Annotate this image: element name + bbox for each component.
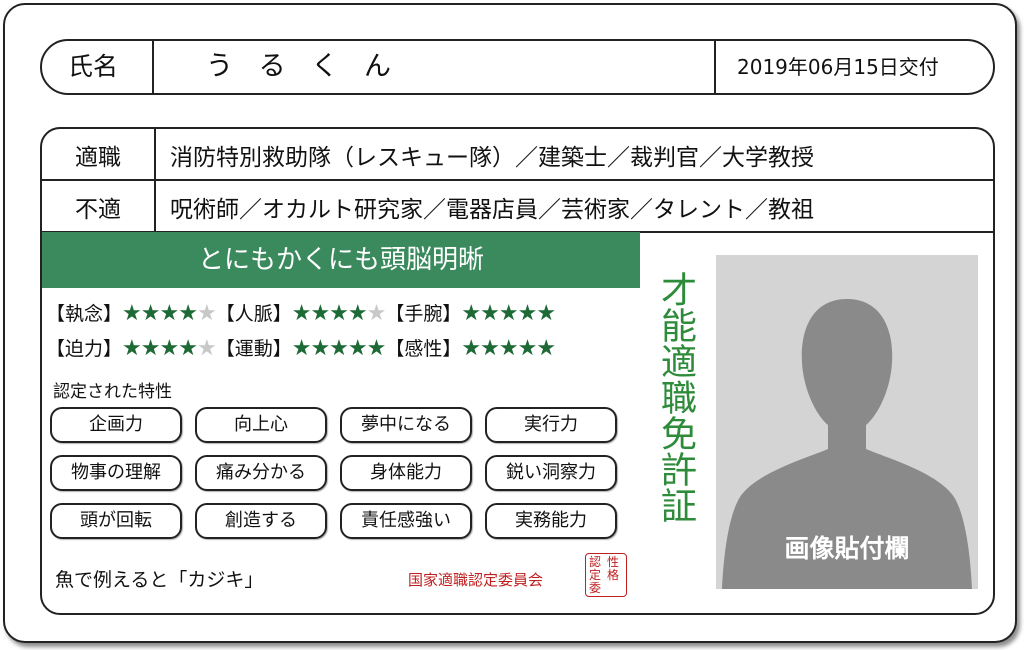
star-filled-icon: ★: [329, 336, 349, 361]
committee-name: 国家適職認定委員会: [408, 571, 544, 589]
star-filled-icon: ★: [536, 336, 556, 361]
stat-label: 【迫力】: [46, 338, 123, 360]
stat-label: 【手腕】: [385, 303, 462, 325]
issue-date: 2019年06月15日交付: [737, 55, 939, 79]
stat-rating: 【感性】★★★★★: [385, 334, 556, 361]
star-filled-icon: ★: [140, 301, 161, 326]
trait-badge: 実務能力: [485, 503, 617, 539]
fish-comparison: 魚で例えると「カジキ」: [55, 569, 264, 591]
divider: [42, 179, 993, 181]
stat-rating: 【執念】★★★★★: [46, 299, 217, 326]
name-row: 氏名 うるくん 2019年06月15日交付: [40, 39, 995, 95]
divider: [154, 129, 156, 233]
stat-label: 【運動】: [215, 338, 292, 360]
suitable-value: 消防特別救助隊（レスキュー隊）／建築士／裁判官／大学教授: [170, 145, 814, 171]
license-card: 氏名 うるくん 2019年06月15日交付 適職 消防特別救助隊（レスキュー隊）…: [3, 3, 1017, 643]
trait-badge: 責任感強い: [340, 503, 472, 539]
star-filled-icon: ★: [461, 336, 481, 361]
stat-label: 【人脈】: [215, 303, 292, 325]
divider: [152, 41, 154, 93]
name-label: 氏名: [68, 52, 119, 81]
divider: [714, 41, 716, 93]
star-filled-icon: ★: [517, 336, 538, 361]
trait-badge: 痛み分かる: [195, 455, 327, 491]
trait-badge: 創造する: [195, 503, 327, 539]
trait-badge: 頭が回転: [50, 503, 182, 539]
star-filled-icon: ★: [329, 301, 349, 326]
star-filled-icon: ★: [498, 336, 519, 361]
star-filled-icon: ★: [347, 336, 368, 361]
star-filled-icon: ★: [291, 336, 312, 361]
trait-badge: 企画力: [50, 407, 182, 443]
stat-rating: 【運動】★★★★★: [215, 334, 387, 361]
star-filled-icon: ★: [310, 301, 330, 326]
star-filled-icon: ★: [480, 336, 500, 361]
trait-badge: 身体能力: [340, 455, 472, 491]
trait-badge: 物事の理解: [50, 455, 182, 491]
stats-row-2: 【迫力】★★★★★【運動】★★★★★【感性】★★★★★: [46, 334, 556, 361]
suitable-label: 適職: [75, 145, 121, 171]
star-filled-icon: ★: [310, 336, 330, 361]
main-box: 適職 消防特別救助隊（レスキュー隊）／建築士／裁判官／大学教授 不適 呪術師／オ…: [40, 127, 995, 615]
star-filled-icon: ★: [291, 301, 312, 326]
stats-row-1: 【執念】★★★★★【人脈】★★★★★【手腕】★★★★★: [46, 299, 556, 326]
star-filled-icon: ★: [122, 301, 142, 326]
headline-banner: とにもかくにも頭脳明晰: [42, 232, 640, 288]
stat-label: 【感性】: [385, 338, 462, 360]
unsuitable-label: 不適: [75, 197, 121, 223]
star-filled-icon: ★: [480, 301, 500, 326]
star-filled-icon: ★: [517, 301, 538, 326]
seal-stamp: 認 性 定 格 委: [585, 553, 627, 597]
license-title: 才能適職免許証: [655, 271, 696, 523]
trait-badge: 向上心: [195, 407, 327, 443]
stat-rating: 【手腕】★★★★★: [385, 299, 556, 326]
trait-badge: 鋭い洞察力: [485, 455, 617, 491]
photo-label: 画像貼付欄: [784, 534, 910, 563]
star-empty-icon: ★: [196, 336, 217, 361]
star-filled-icon: ★: [178, 301, 198, 326]
star-filled-icon: ★: [461, 301, 481, 326]
star-filled-icon: ★: [159, 301, 179, 326]
star-filled-icon: ★: [366, 336, 387, 361]
name-value: うるくん: [206, 51, 417, 82]
trait-badge: 実行力: [485, 407, 617, 443]
star-filled-icon: ★: [178, 336, 198, 361]
stat-label: 【執念】: [46, 303, 123, 325]
star-filled-icon: ★: [122, 336, 142, 361]
star-filled-icon: ★: [536, 301, 556, 326]
star-filled-icon: ★: [140, 336, 161, 361]
star-filled-icon: ★: [159, 336, 179, 361]
traits-title: 認定された特性: [53, 382, 172, 402]
photo-placeholder: 画像貼付欄: [716, 255, 978, 589]
stat-rating: 【人脈】★★★★★: [215, 299, 387, 326]
star-empty-icon: ★: [196, 301, 217, 326]
star-filled-icon: ★: [347, 301, 368, 326]
star-empty-icon: ★: [366, 301, 387, 326]
trait-badge: 夢中になる: [340, 407, 472, 443]
stat-rating: 【迫力】★★★★★: [46, 334, 217, 361]
star-filled-icon: ★: [498, 301, 519, 326]
unsuitable-value: 呪術師／オカルト研究家／電器店員／芸術家／タレント／教祖: [170, 197, 814, 223]
